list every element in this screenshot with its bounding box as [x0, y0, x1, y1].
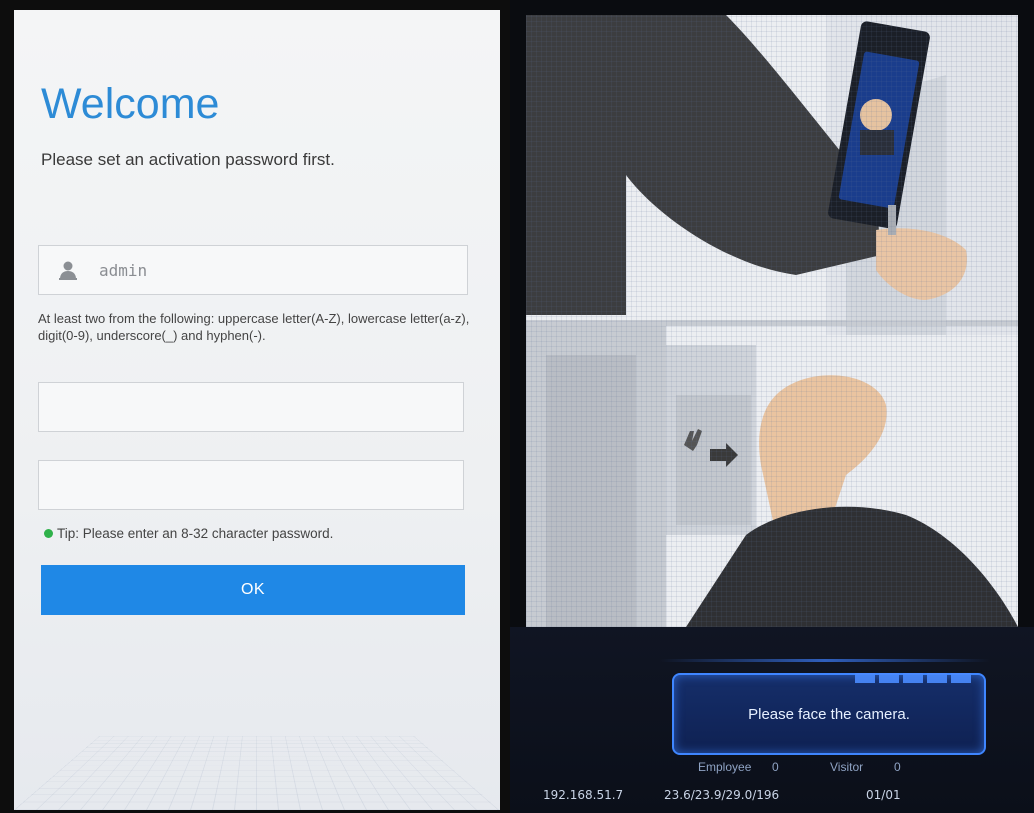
- ok-button[interactable]: OK: [41, 565, 465, 615]
- background-grid: [14, 735, 500, 810]
- confirm-password-input[interactable]: [51, 461, 451, 509]
- temperature-readout: 23.6/23.9/29.0/196: [664, 788, 780, 802]
- username-field[interactable]: [38, 245, 468, 295]
- activation-device-frame: Welcome Please set an activation passwor…: [0, 0, 510, 813]
- password-rules: At least two from the following: upperca…: [38, 311, 470, 343]
- page-subtitle: Please set an activation password first.: [41, 150, 335, 169]
- visitor-count: 0: [894, 760, 901, 774]
- tip-dot-icon: [44, 529, 53, 538]
- username-input[interactable]: [99, 246, 459, 294]
- employee-count: 0: [772, 760, 779, 774]
- user-icon: [59, 261, 77, 280]
- instruction-illustration: [526, 15, 1018, 627]
- illustration-svg: [526, 15, 1018, 627]
- password-field[interactable]: [38, 382, 464, 432]
- camera-prompt: Please face the camera.: [748, 705, 910, 723]
- page-indicator: 01/01: [866, 788, 901, 802]
- page-title: Welcome: [41, 80, 220, 128]
- tip-text: Tip: Please enter an 8-32 character pass…: [57, 526, 334, 541]
- password-input[interactable]: [51, 383, 451, 431]
- activation-screen: Welcome Please set an activation passwor…: [14, 10, 500, 810]
- ip-address: 192.168.51.7: [543, 788, 624, 802]
- visitor-label: Visitor: [830, 760, 864, 774]
- employee-label: Employee: [698, 760, 752, 774]
- glow-line: [660, 659, 990, 662]
- password-tip: Tip: Please enter an 8-32 character pass…: [44, 526, 333, 541]
- confirm-password-field[interactable]: [38, 460, 464, 510]
